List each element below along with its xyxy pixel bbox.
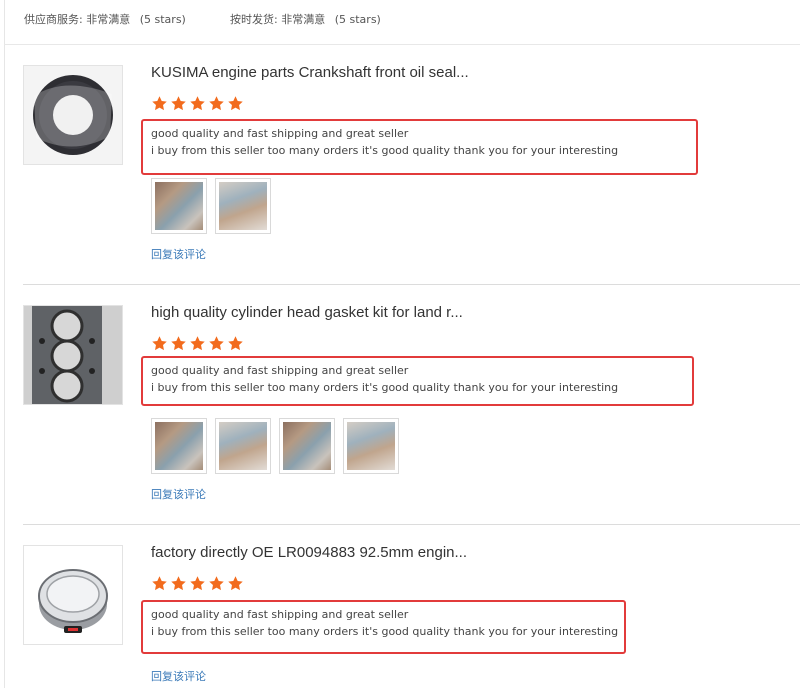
comment-line: good quality and fast shipping and great… xyxy=(151,364,409,377)
review-photo[interactable] xyxy=(151,178,207,234)
divider xyxy=(23,284,800,285)
star-icon xyxy=(208,335,225,352)
review-comment: good quality and fast shipping and great… xyxy=(141,356,694,406)
review-comment: good quality and fast shipping and great… xyxy=(141,119,698,175)
star-icon xyxy=(189,95,206,112)
supplier-service-label: 供应商服务: xyxy=(24,13,83,26)
comment-line: good quality and fast shipping and great… xyxy=(151,608,409,621)
comment-line: i buy from this seller too many orders i… xyxy=(151,144,619,157)
star-icon xyxy=(170,575,187,592)
rating-stars xyxy=(151,335,244,352)
ship-on-time-stars: (5 stars) xyxy=(334,13,381,26)
ship-on-time-label: 按时发货: xyxy=(230,13,278,26)
star-icon xyxy=(208,95,225,112)
ship-on-time-rating: 按时发货: 非常满意 (5 stars) xyxy=(230,11,381,27)
product-title[interactable]: factory directly OE LR0094883 92.5mm eng… xyxy=(151,544,467,561)
comment-line: good quality and fast shipping and great… xyxy=(151,127,409,140)
star-icon xyxy=(189,335,206,352)
comment-line: i buy from this seller too many orders i… xyxy=(151,625,619,638)
star-icon xyxy=(170,335,187,352)
star-icon xyxy=(189,575,206,592)
star-icon xyxy=(227,575,244,592)
review-photos xyxy=(151,418,399,474)
review-photo[interactable] xyxy=(151,418,207,474)
oil-seal-image[interactable] xyxy=(23,65,123,165)
star-icon xyxy=(151,575,168,592)
head-gasket-image[interactable] xyxy=(23,305,123,405)
review-photo[interactable] xyxy=(343,418,399,474)
reply-link[interactable]: 回复该评论 xyxy=(151,246,206,262)
star-icon xyxy=(151,95,168,112)
product-title[interactable]: high quality cylinder head gasket kit fo… xyxy=(151,304,463,321)
review-photos xyxy=(151,178,271,234)
review-photo[interactable] xyxy=(279,418,335,474)
star-icon xyxy=(227,95,244,112)
ship-on-time-value: 非常满意 xyxy=(281,13,326,26)
star-icon xyxy=(227,335,244,352)
divider xyxy=(4,44,800,45)
product-title[interactable]: KUSIMA engine parts Crankshaft front oil… xyxy=(151,64,469,81)
supplier-service-stars: (5 stars) xyxy=(139,13,186,26)
star-icon xyxy=(208,575,225,592)
reply-link[interactable]: 回复该评论 xyxy=(151,486,206,502)
star-icon xyxy=(170,95,187,112)
supplier-service-rating: 供应商服务: 非常满意 (5 stars) xyxy=(24,11,186,27)
reply-link[interactable]: 回复该评论 xyxy=(151,668,206,684)
divider xyxy=(23,524,800,525)
review-photo[interactable] xyxy=(215,178,271,234)
piston-image[interactable] xyxy=(23,545,123,645)
review-photo[interactable] xyxy=(215,418,271,474)
page-frame-border xyxy=(4,0,5,688)
supplier-service-value: 非常满意 xyxy=(86,13,131,26)
rating-stars xyxy=(151,575,244,592)
rating-stars xyxy=(151,95,244,112)
comment-line: i buy from this seller too many orders i… xyxy=(151,381,619,394)
review-comment: good quality and fast shipping and great… xyxy=(141,600,626,654)
star-icon xyxy=(151,335,168,352)
